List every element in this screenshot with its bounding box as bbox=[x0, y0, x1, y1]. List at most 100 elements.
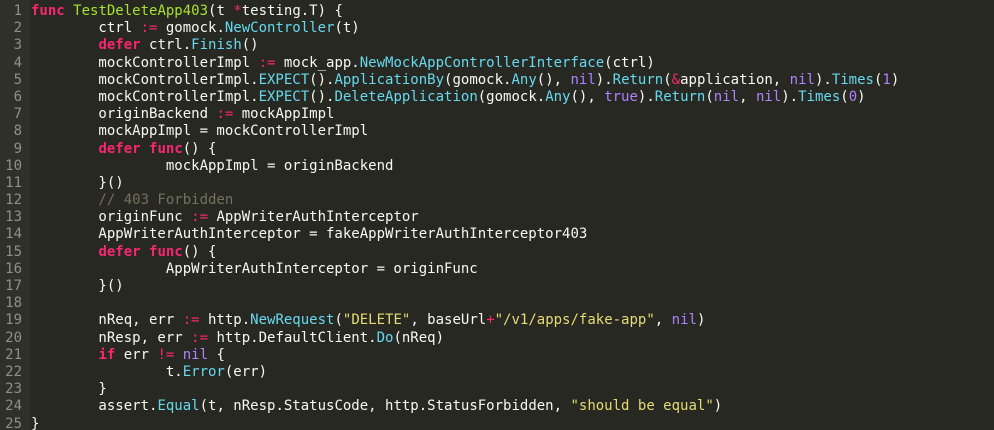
code-text[interactable]: defer ctrl.Finish() bbox=[30, 37, 259, 54]
code-token: true bbox=[604, 88, 638, 105]
code-token: { bbox=[208, 346, 225, 363]
code-token: nReq, err bbox=[31, 312, 183, 329]
code-token: (gomock. bbox=[444, 71, 512, 88]
code-line[interactable]: 22 t.Error(err) bbox=[0, 364, 994, 381]
code-token: nil bbox=[713, 88, 740, 105]
code-token: (t bbox=[208, 3, 234, 19]
code-line[interactable]: 24 assert.Equal(t, nResp.StatusCode, htt… bbox=[0, 398, 994, 415]
code-text[interactable]: AppWriterAuthInterceptor = originFunc bbox=[30, 261, 478, 278]
code-lines[interactable]: 1 func TestDeleteApp403(t *testing.T) {2 … bbox=[0, 3, 994, 430]
line-number: 16 bbox=[5, 260, 22, 277]
code-line[interactable]: 7 originBackend := mockAppImpl bbox=[0, 106, 994, 123]
code-line[interactable]: 2 ctrl := gomock.NewController(t) bbox=[0, 20, 994, 37]
code-text[interactable]: ctrl := gomock.NewController(t) bbox=[30, 20, 359, 37]
code-token: * bbox=[233, 3, 242, 19]
code-text[interactable]: }() bbox=[30, 278, 123, 295]
code-text[interactable] bbox=[30, 295, 31, 312]
code-token: ) bbox=[857, 88, 866, 105]
code-text[interactable]: func TestDeleteApp403(t *testing.T) { bbox=[30, 3, 343, 20]
code-text[interactable]: originFunc := AppWriterAuthInterceptor bbox=[30, 209, 419, 226]
code-line[interactable]: 8 mockAppImpl = mockControllerImpl bbox=[0, 123, 994, 140]
code-token: mock_app. bbox=[275, 54, 360, 71]
code-line[interactable]: 19 nReq, err := http.NewRequest("DELETE"… bbox=[0, 312, 994, 329]
code-line[interactable]: 1 func TestDeleteApp403(t *testing.T) { bbox=[0, 3, 994, 20]
code-text[interactable]: nReq, err := http.NewRequest("DELETE", b… bbox=[30, 312, 705, 329]
code-token: (), bbox=[536, 71, 571, 88]
code-text[interactable]: nResp, err := http.DefaultClient.Do(nReq… bbox=[30, 330, 444, 347]
code-token: ). bbox=[595, 71, 613, 88]
code-text[interactable]: mockControllerImpl.EXPECT().DeleteApplic… bbox=[30, 88, 866, 106]
code-token: err bbox=[115, 346, 158, 363]
line-number: 8 bbox=[13, 123, 22, 140]
code-text[interactable]: defer func() { bbox=[30, 141, 216, 158]
code-text[interactable]: if err != nil { bbox=[30, 346, 225, 364]
code-token: ( bbox=[840, 88, 849, 105]
code-token: Error bbox=[182, 363, 225, 380]
code-line[interactable]: 16 AppWriterAuthInterceptor = originFunc bbox=[0, 261, 994, 278]
code-line[interactable]: 10 mockAppImpl = originBackend bbox=[0, 158, 994, 175]
code-text[interactable]: } bbox=[30, 416, 39, 430]
code-line[interactable]: 14 AppWriterAuthInterceptor = fakeAppWri… bbox=[0, 226, 994, 243]
code-text[interactable]: } bbox=[30, 381, 106, 398]
code-line[interactable]: 18 bbox=[0, 295, 994, 312]
code-token: Any bbox=[545, 88, 571, 105]
line-number: 2 bbox=[13, 20, 22, 37]
code-token: mockControllerImpl. bbox=[31, 71, 259, 88]
code-token: originFunc bbox=[31, 209, 192, 226]
code-token: nil bbox=[570, 71, 596, 88]
code-token: ). bbox=[781, 88, 799, 105]
line-number: 4 bbox=[13, 54, 22, 71]
code-text[interactable]: t.Error(err) bbox=[30, 364, 267, 381]
code-token: t. bbox=[31, 363, 183, 380]
code-text[interactable]: // 403 Forbidden bbox=[30, 192, 233, 209]
code-line[interactable]: 15 defer func() { bbox=[0, 244, 994, 261]
code-text[interactable]: defer func() { bbox=[30, 244, 216, 261]
code-text[interactable]: }() bbox=[30, 175, 123, 192]
code-token: defer bbox=[98, 37, 141, 54]
code-editor[interactable]: 1 func TestDeleteApp403(t *testing.T) {2 … bbox=[0, 0, 994, 430]
code-text[interactable]: mockControllerImpl := mock_app.NewMockAp… bbox=[30, 54, 654, 72]
code-line[interactable]: 21 if err != nil { bbox=[0, 347, 994, 364]
code-token: EXPECT bbox=[258, 88, 310, 105]
code-token: ( bbox=[705, 88, 714, 105]
code-line[interactable]: 13 originFunc := AppWriterAuthIntercepto… bbox=[0, 209, 994, 226]
code-text[interactable]: AppWriterAuthInterceptor = fakeAppWriter… bbox=[30, 226, 587, 243]
code-line[interactable]: 17 }() bbox=[0, 278, 994, 295]
code-line[interactable]: 11 }() bbox=[0, 175, 994, 192]
code-line[interactable]: 3 defer ctrl.Finish() bbox=[0, 37, 994, 54]
code-text[interactable]: originBackend := mockAppImpl bbox=[30, 106, 334, 123]
code-token: "DELETE" bbox=[342, 312, 411, 329]
code-token: ctrl bbox=[31, 20, 141, 37]
code-token: Any bbox=[511, 71, 537, 88]
code-line[interactable]: 25} bbox=[0, 416, 994, 430]
code-line[interactable]: 6 mockControllerImpl.EXPECT().DeleteAppl… bbox=[0, 89, 994, 106]
code-token: Equal bbox=[157, 398, 200, 415]
code-token: := bbox=[191, 209, 209, 226]
code-line[interactable]: 5 mockControllerImpl.EXPECT().Applicatio… bbox=[0, 72, 994, 89]
code-line[interactable]: 12 // 403 Forbidden bbox=[0, 192, 994, 209]
code-line[interactable]: 9 defer func() { bbox=[0, 141, 994, 158]
code-token: := bbox=[258, 54, 276, 71]
code-token: DeleteApplication bbox=[334, 88, 478, 105]
code-text[interactable]: assert.Equal(t, nResp.StatusCode, http.S… bbox=[30, 398, 722, 415]
code-text[interactable]: mockControllerImpl.EXPECT().ApplicationB… bbox=[30, 72, 899, 89]
code-text[interactable]: mockAppImpl = originBackend bbox=[30, 158, 394, 175]
code-line[interactable]: 23 } bbox=[0, 381, 994, 398]
code-token: != bbox=[157, 346, 175, 363]
code-token: AppWriterAuthInterceptor bbox=[208, 209, 419, 226]
code-token: , baseUrl bbox=[410, 312, 487, 329]
code-text[interactable]: mockAppImpl = mockControllerImpl bbox=[30, 123, 368, 140]
code-token: } bbox=[31, 415, 40, 430]
line-number: 3 bbox=[13, 37, 22, 54]
code-line[interactable]: 20 nResp, err := http.DefaultClient.Do(n… bbox=[0, 330, 994, 347]
code-token: nil bbox=[671, 312, 697, 329]
line-number: 17 bbox=[5, 278, 22, 294]
code-token: () bbox=[241, 37, 259, 54]
code-line[interactable]: 4 mockControllerImpl := mock_app.NewMock… bbox=[0, 55, 994, 72]
code-token: mockAppImpl bbox=[233, 106, 335, 123]
